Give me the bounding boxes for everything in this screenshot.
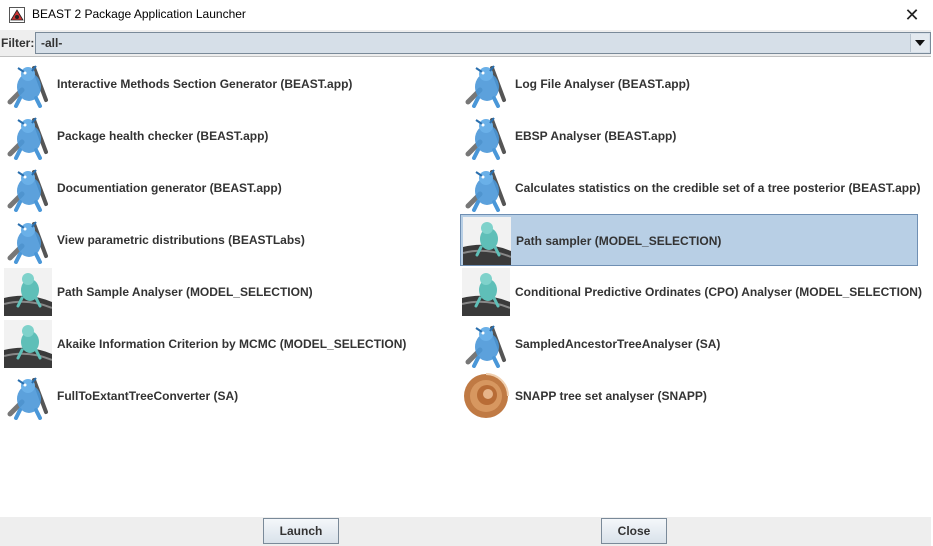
app-item[interactable]: Documentiation generator (BEAST.app): [2, 162, 460, 214]
launch-button[interactable]: Launch: [263, 518, 339, 544]
app-list: Interactive Methods Section Generator (B…: [0, 56, 931, 518]
button-bar: Launch Close: [0, 517, 931, 546]
shell-icon: [462, 372, 510, 420]
app-item-label: Akaike Information Criterion by MCMC (MO…: [57, 337, 407, 351]
app-item[interactable]: Conditional Predictive Ordinates (CPO) A…: [460, 266, 922, 318]
app-item-label: View parametric distributions (BEASTLabs…: [57, 233, 305, 247]
beast-icon: [462, 60, 510, 108]
beast-icon: [462, 164, 510, 212]
app-item-label: Documentiation generator (BEAST.app): [57, 181, 282, 195]
app-item[interactable]: Interactive Methods Section Generator (B…: [2, 58, 460, 110]
model-selection-icon: [461, 268, 511, 316]
beast-icon: [4, 216, 52, 264]
app-item-label: EBSP Analyser (BEAST.app): [515, 129, 677, 143]
app-item[interactable]: Path Sample Analyser (MODEL_SELECTION): [2, 266, 460, 318]
filter-row: Filter: -all-: [0, 30, 931, 56]
app-item[interactable]: SampledAncestorTreeAnalyser (SA): [460, 318, 918, 370]
app-item-label: Path Sample Analyser (MODEL_SELECTION): [57, 285, 313, 299]
app-item-label: Calculates statistics on the credible se…: [515, 181, 921, 195]
app-item[interactable]: Calculates statistics on the credible se…: [460, 162, 921, 214]
app-item[interactable]: Package health checker (BEAST.app): [2, 110, 460, 162]
app-item[interactable]: SNAPP tree set analyser (SNAPP): [460, 370, 918, 422]
beast-icon: [4, 164, 52, 212]
beast-icon: [4, 60, 52, 108]
beast-icon: [462, 320, 510, 368]
close-window-icon[interactable]: ✕: [901, 4, 923, 26]
app-item-label: Package health checker (BEAST.app): [57, 129, 269, 143]
app-item-label: Path sampler (MODEL_SELECTION): [516, 234, 722, 248]
app-item[interactable]: EBSP Analyser (BEAST.app): [460, 110, 918, 162]
app-item-label: SNAPP tree set analyser (SNAPP): [515, 389, 707, 403]
app-item[interactable]: FullToExtantTreeConverter (SA): [2, 370, 460, 422]
app-item[interactable]: Akaike Information Criterion by MCMC (MO…: [2, 318, 460, 370]
beast-icon: [462, 112, 510, 160]
model-selection-icon: [3, 320, 53, 368]
beast-icon: [4, 372, 52, 420]
app-item[interactable]: Log File Analyser (BEAST.app): [460, 58, 918, 110]
app-item-label: SampledAncestorTreeAnalyser (SA): [515, 337, 721, 351]
launcher-window: BEAST 2 Package Application Launcher ✕ F…: [0, 0, 931, 546]
app-item[interactable]: Path sampler (MODEL_SELECTION): [460, 214, 918, 266]
window-title: BEAST 2 Package Application Launcher: [32, 7, 246, 21]
title-bar: BEAST 2 Package Application Launcher ✕: [0, 0, 931, 30]
model-selection-icon: [462, 217, 512, 265]
filter-dropdown[interactable]: -all-: [35, 32, 931, 54]
app-item-label: Log File Analyser (BEAST.app): [515, 77, 690, 91]
close-button[interactable]: Close: [601, 518, 667, 544]
app-item-label: FullToExtantTreeConverter (SA): [57, 389, 239, 403]
filter-selected-value: -all-: [41, 36, 63, 50]
filter-label: Filter:: [1, 36, 35, 50]
app-item-label: Interactive Methods Section Generator (B…: [57, 77, 353, 91]
model-selection-icon: [3, 268, 53, 316]
chevron-down-icon[interactable]: [910, 34, 929, 52]
beast-icon: [4, 112, 52, 160]
app-item[interactable]: View parametric distributions (BEASTLabs…: [2, 214, 460, 266]
beast-app-icon: [9, 7, 25, 23]
app-item-label: Conditional Predictive Ordinates (CPO) A…: [515, 285, 922, 299]
